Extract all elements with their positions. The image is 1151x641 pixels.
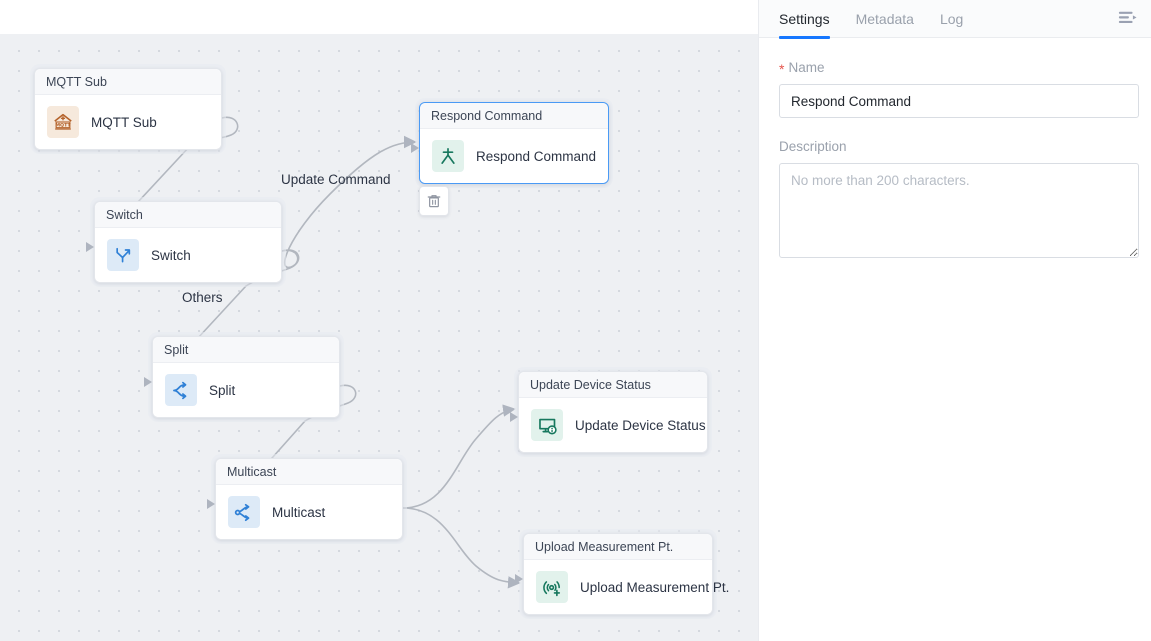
delete-node-button[interactable] — [419, 186, 449, 216]
settings-panel: Settings Metadata Log * Name Descripti — [758, 0, 1151, 641]
tab-metadata[interactable]: Metadata — [856, 0, 914, 38]
node-title: Split — [153, 337, 339, 363]
edge-label-update-command: Update Command — [281, 172, 391, 187]
node-upload-measurement-pt[interactable]: Upload Measurement Pt. Upload Measuremen… — [523, 533, 713, 615]
name-field-label: * Name — [779, 60, 1131, 75]
node-body: Split — [153, 363, 339, 417]
node-body: Multicast — [216, 485, 402, 539]
edge-label-others: Others — [182, 290, 223, 305]
node-title: Switch — [95, 202, 281, 228]
node-mqtt-sub[interactable]: MQTT Sub MQTT MQTT Sub — [34, 68, 222, 150]
node-label: Switch — [151, 248, 191, 263]
node-update-device-status[interactable]: Update Device Status Update Device Statu… — [518, 371, 708, 453]
panel-tab-bar: Settings Metadata Log — [759, 0, 1151, 38]
split-icon — [165, 374, 197, 406]
description-textarea[interactable] — [779, 163, 1139, 258]
tab-settings[interactable]: Settings — [779, 0, 830, 38]
node-label: MQTT Sub — [91, 115, 157, 130]
input-port[interactable] — [207, 499, 215, 509]
svg-text:MQTT: MQTT — [55, 123, 71, 129]
description-field-label: Description — [779, 139, 1131, 154]
multicast-share-icon — [228, 496, 260, 528]
node-title: Multicast — [216, 459, 402, 485]
node-switch[interactable]: Switch Switch — [94, 201, 282, 283]
upload-signal-icon — [536, 571, 568, 603]
respond-command-icon — [432, 140, 464, 172]
workflow-editor: Update Command Others MQTT Sub MQTT MQTT… — [0, 0, 1151, 641]
node-label: Split — [209, 383, 235, 398]
node-title: MQTT Sub — [35, 69, 221, 95]
input-port[interactable] — [510, 412, 518, 422]
name-label-text: Name — [788, 60, 824, 75]
required-marker: * — [779, 62, 784, 76]
input-port[interactable] — [86, 242, 94, 252]
node-title: Upload Measurement Pt. — [524, 534, 712, 560]
node-label: Upload Measurement Pt. — [580, 580, 729, 595]
form-spacer — [779, 118, 1131, 139]
node-split[interactable]: Split Split — [152, 336, 340, 418]
input-port[interactable] — [515, 574, 523, 584]
canvas-toolbar — [0, 0, 758, 34]
switch-branch-icon — [107, 239, 139, 271]
node-label: Respond Command — [476, 149, 596, 164]
flow-canvas[interactable]: Update Command Others MQTT Sub MQTT MQTT… — [0, 0, 758, 641]
node-label: Update Device Status — [575, 418, 706, 433]
node-body: Respond Command — [420, 129, 608, 183]
name-input[interactable] — [779, 84, 1139, 118]
node-body: Switch — [95, 228, 281, 282]
node-title: Respond Command — [420, 103, 608, 129]
node-body: Update Device Status — [519, 398, 707, 452]
node-multicast[interactable]: Multicast Multicast — [215, 458, 403, 540]
node-body: MQTT MQTT Sub — [35, 95, 221, 149]
node-body: Upload Measurement Pt. — [524, 560, 712, 614]
description-label-text: Description — [779, 139, 847, 154]
mqtt-icon: MQTT — [47, 106, 79, 138]
node-respond-command[interactable]: Respond Command Respond Command — [419, 102, 609, 184]
settings-form: * Name Description — [759, 38, 1151, 263]
device-monitor-icon — [531, 409, 563, 441]
input-port[interactable] — [411, 143, 419, 153]
node-title: Update Device Status — [519, 372, 707, 398]
node-label: Multicast — [272, 505, 325, 520]
input-port[interactable] — [144, 377, 152, 387]
collapse-panel-icon[interactable] — [1117, 9, 1139, 29]
tab-log[interactable]: Log — [940, 0, 963, 38]
trash-icon — [426, 193, 442, 209]
